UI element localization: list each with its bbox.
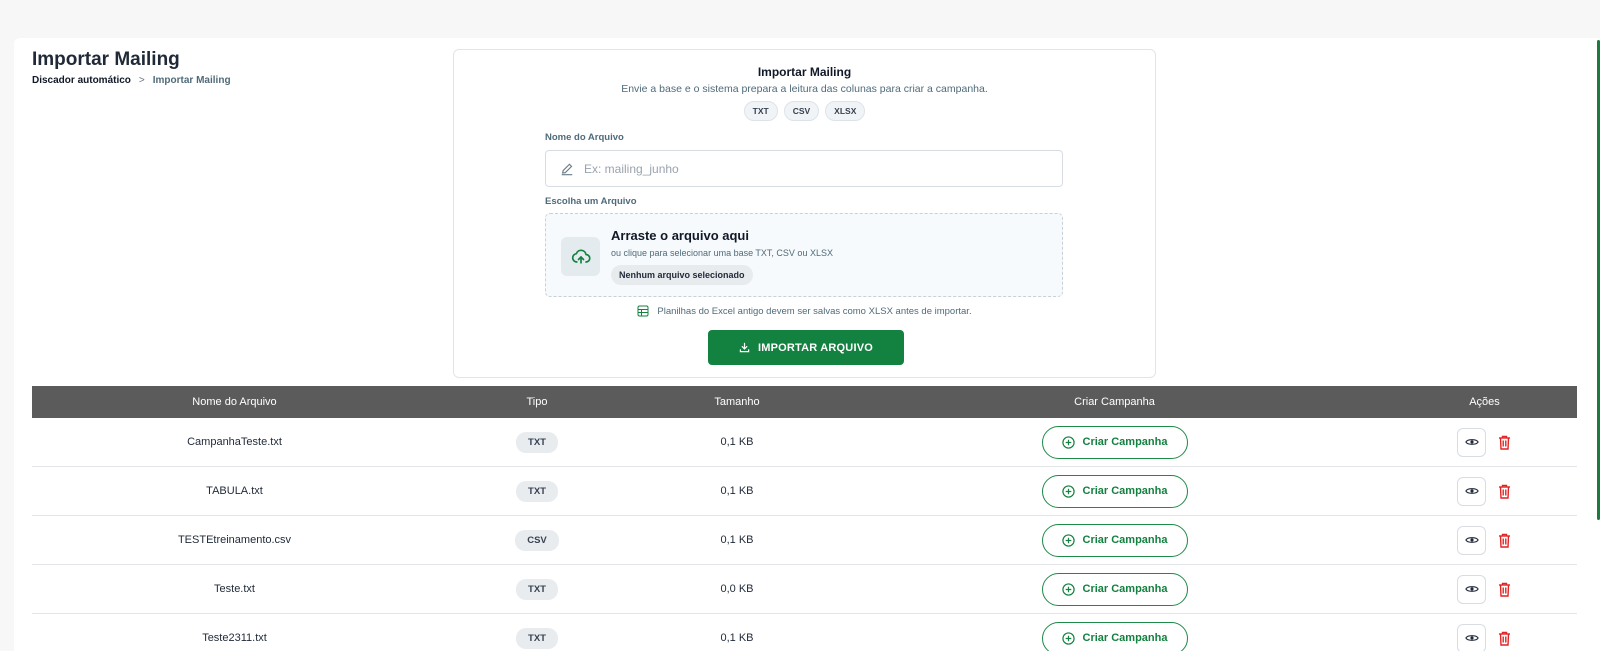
cloud-upload-icon	[571, 248, 591, 264]
file-name-input[interactable]	[584, 161, 1024, 176]
file-type-badge: TXT	[516, 480, 558, 502]
file-name-cell: Teste.txt	[214, 583, 255, 595]
delete-button[interactable]	[1496, 433, 1512, 451]
table-row: CampanhaTeste.txt TXT 0,1 KB Criar Campa…	[32, 418, 1577, 467]
plus-circle-icon	[1061, 533, 1075, 547]
table-row: Teste.txt TXT 0,0 KB Criar Campanha	[32, 565, 1577, 614]
view-button[interactable]	[1457, 525, 1486, 555]
column-header-size: Tamanho	[714, 396, 760, 408]
create-campaign-button[interactable]: Criar Campanha	[1041, 572, 1188, 606]
table-row: Teste2311.txt TXT 0,1 KB Criar Campanha	[32, 614, 1577, 651]
view-button[interactable]	[1457, 427, 1486, 457]
eye-icon	[1464, 586, 1479, 592]
selected-file-status: Nenhum arquivo selecionado	[611, 265, 753, 285]
column-header-type: Tipo	[526, 396, 548, 408]
plus-circle-icon	[1061, 631, 1075, 645]
file-size-cell: 0,1 KB	[720, 632, 754, 644]
import-panel: Importar Mailing Envie a base e o sistem…	[453, 49, 1156, 378]
file-type-badge: TXT	[516, 627, 558, 649]
hint-text: Planilhas do Excel antigo devem ser salv…	[657, 305, 972, 317]
column-header-create: Criar Campanha	[1074, 396, 1155, 408]
import-button-label: IMPORTAR ARQUIVO	[757, 341, 874, 354]
file-name-cell: Teste2311.txt	[202, 632, 267, 644]
file-type-badge: TXT	[516, 578, 558, 600]
breadcrumb-separator: >	[138, 75, 145, 86]
file-name-field[interactable]	[545, 150, 1063, 187]
table-header: Nome do Arquivo Tipo Tamanho Criar Campa…	[32, 386, 1577, 418]
file-size-cell: 0,0 KB	[720, 583, 754, 595]
trash-icon	[1498, 533, 1510, 548]
plus-circle-icon	[1061, 582, 1075, 596]
plus-circle-icon	[1061, 484, 1075, 498]
file-name-cell: TABULA.txt	[206, 485, 263, 497]
create-campaign-label: Criar Campanha	[1082, 485, 1168, 497]
file-type-badge: CSV	[515, 529, 559, 551]
create-campaign-button[interactable]: Criar Campanha	[1041, 621, 1188, 651]
column-header-actions: Ações	[1469, 396, 1500, 408]
trash-icon	[1498, 582, 1510, 597]
download-icon	[739, 342, 750, 353]
column-header-name: Nome do Arquivo	[192, 396, 277, 408]
delete-button[interactable]	[1496, 580, 1512, 598]
breadcrumb: Discador automático > Importar Mailing	[32, 75, 231, 86]
create-campaign-label: Criar Campanha	[1082, 632, 1168, 644]
file-size-cell: 0,1 KB	[720, 436, 754, 448]
file-type-badge: TXT	[516, 431, 558, 453]
eye-icon	[1464, 635, 1479, 641]
format-chip-txt: TXT	[743, 101, 778, 121]
delete-button[interactable]	[1496, 482, 1512, 500]
view-button[interactable]	[1457, 574, 1486, 604]
excel-hint: Planilhas do Excel antigo devem ser salv…	[454, 305, 1155, 317]
import-file-button[interactable]: IMPORTAR ARQUIVO	[708, 330, 904, 365]
view-button[interactable]	[1457, 623, 1486, 651]
delete-button[interactable]	[1496, 629, 1512, 647]
trash-icon	[1498, 484, 1510, 499]
file-name-cell: TESTEtreinamento.csv	[177, 534, 292, 546]
breadcrumb-root[interactable]: Discador automático	[32, 75, 131, 86]
mailing-table: Nome do Arquivo Tipo Tamanho Criar Campa…	[32, 386, 1577, 651]
format-chip-xlsx: XLSX	[825, 101, 866, 121]
eye-icon	[1464, 488, 1479, 494]
breadcrumb-current: Importar Mailing	[152, 75, 231, 86]
table-row: TABULA.txt TXT 0,1 KB Criar Campanha	[32, 467, 1577, 516]
create-campaign-button[interactable]: Criar Campanha	[1041, 425, 1188, 459]
file-name-cell: CampanhaTeste.txt	[187, 436, 282, 448]
table-row: TESTEtreinamento.csv CSV 0,1 KB Criar Ca…	[32, 516, 1577, 565]
panel-subtitle: Envie a base e o sistema prepara a leitu…	[621, 83, 988, 95]
spreadsheet-icon	[637, 305, 649, 317]
format-chip-csv: CSV	[783, 101, 820, 121]
create-campaign-button[interactable]: Criar Campanha	[1041, 523, 1188, 557]
trash-icon	[1498, 435, 1510, 450]
eye-icon	[1464, 439, 1479, 445]
dropzone-title: Arraste o arquivo aqui	[611, 228, 749, 243]
create-campaign-label: Criar Campanha	[1082, 583, 1168, 595]
upload-icon-box	[561, 237, 600, 276]
view-button[interactable]	[1457, 476, 1486, 506]
panel-title: Importar Mailing	[757, 65, 852, 79]
create-campaign-button[interactable]: Criar Campanha	[1041, 474, 1188, 508]
create-campaign-label: Criar Campanha	[1082, 534, 1168, 546]
plus-circle-icon	[1061, 435, 1075, 449]
dropzone-subtitle: ou clique para selecionar uma base TXT, …	[611, 248, 833, 258]
file-choose-label: Escolha um Arquivo	[545, 196, 637, 207]
format-chips: TXT CSV XLSX	[454, 101, 1155, 121]
file-size-cell: 0,1 KB	[720, 485, 754, 497]
create-campaign-label: Criar Campanha	[1082, 436, 1168, 448]
file-size-cell: 0,1 KB	[720, 534, 754, 546]
file-dropzone[interactable]: Arraste o arquivo aqui ou clique para se…	[545, 213, 1063, 297]
eye-icon	[1464, 537, 1479, 543]
delete-button[interactable]	[1496, 531, 1512, 549]
trash-icon	[1498, 631, 1510, 646]
file-name-label: Nome do Arquivo	[545, 132, 624, 143]
pencil-icon	[561, 162, 573, 175]
page-title: Importar Mailing	[32, 49, 180, 70]
